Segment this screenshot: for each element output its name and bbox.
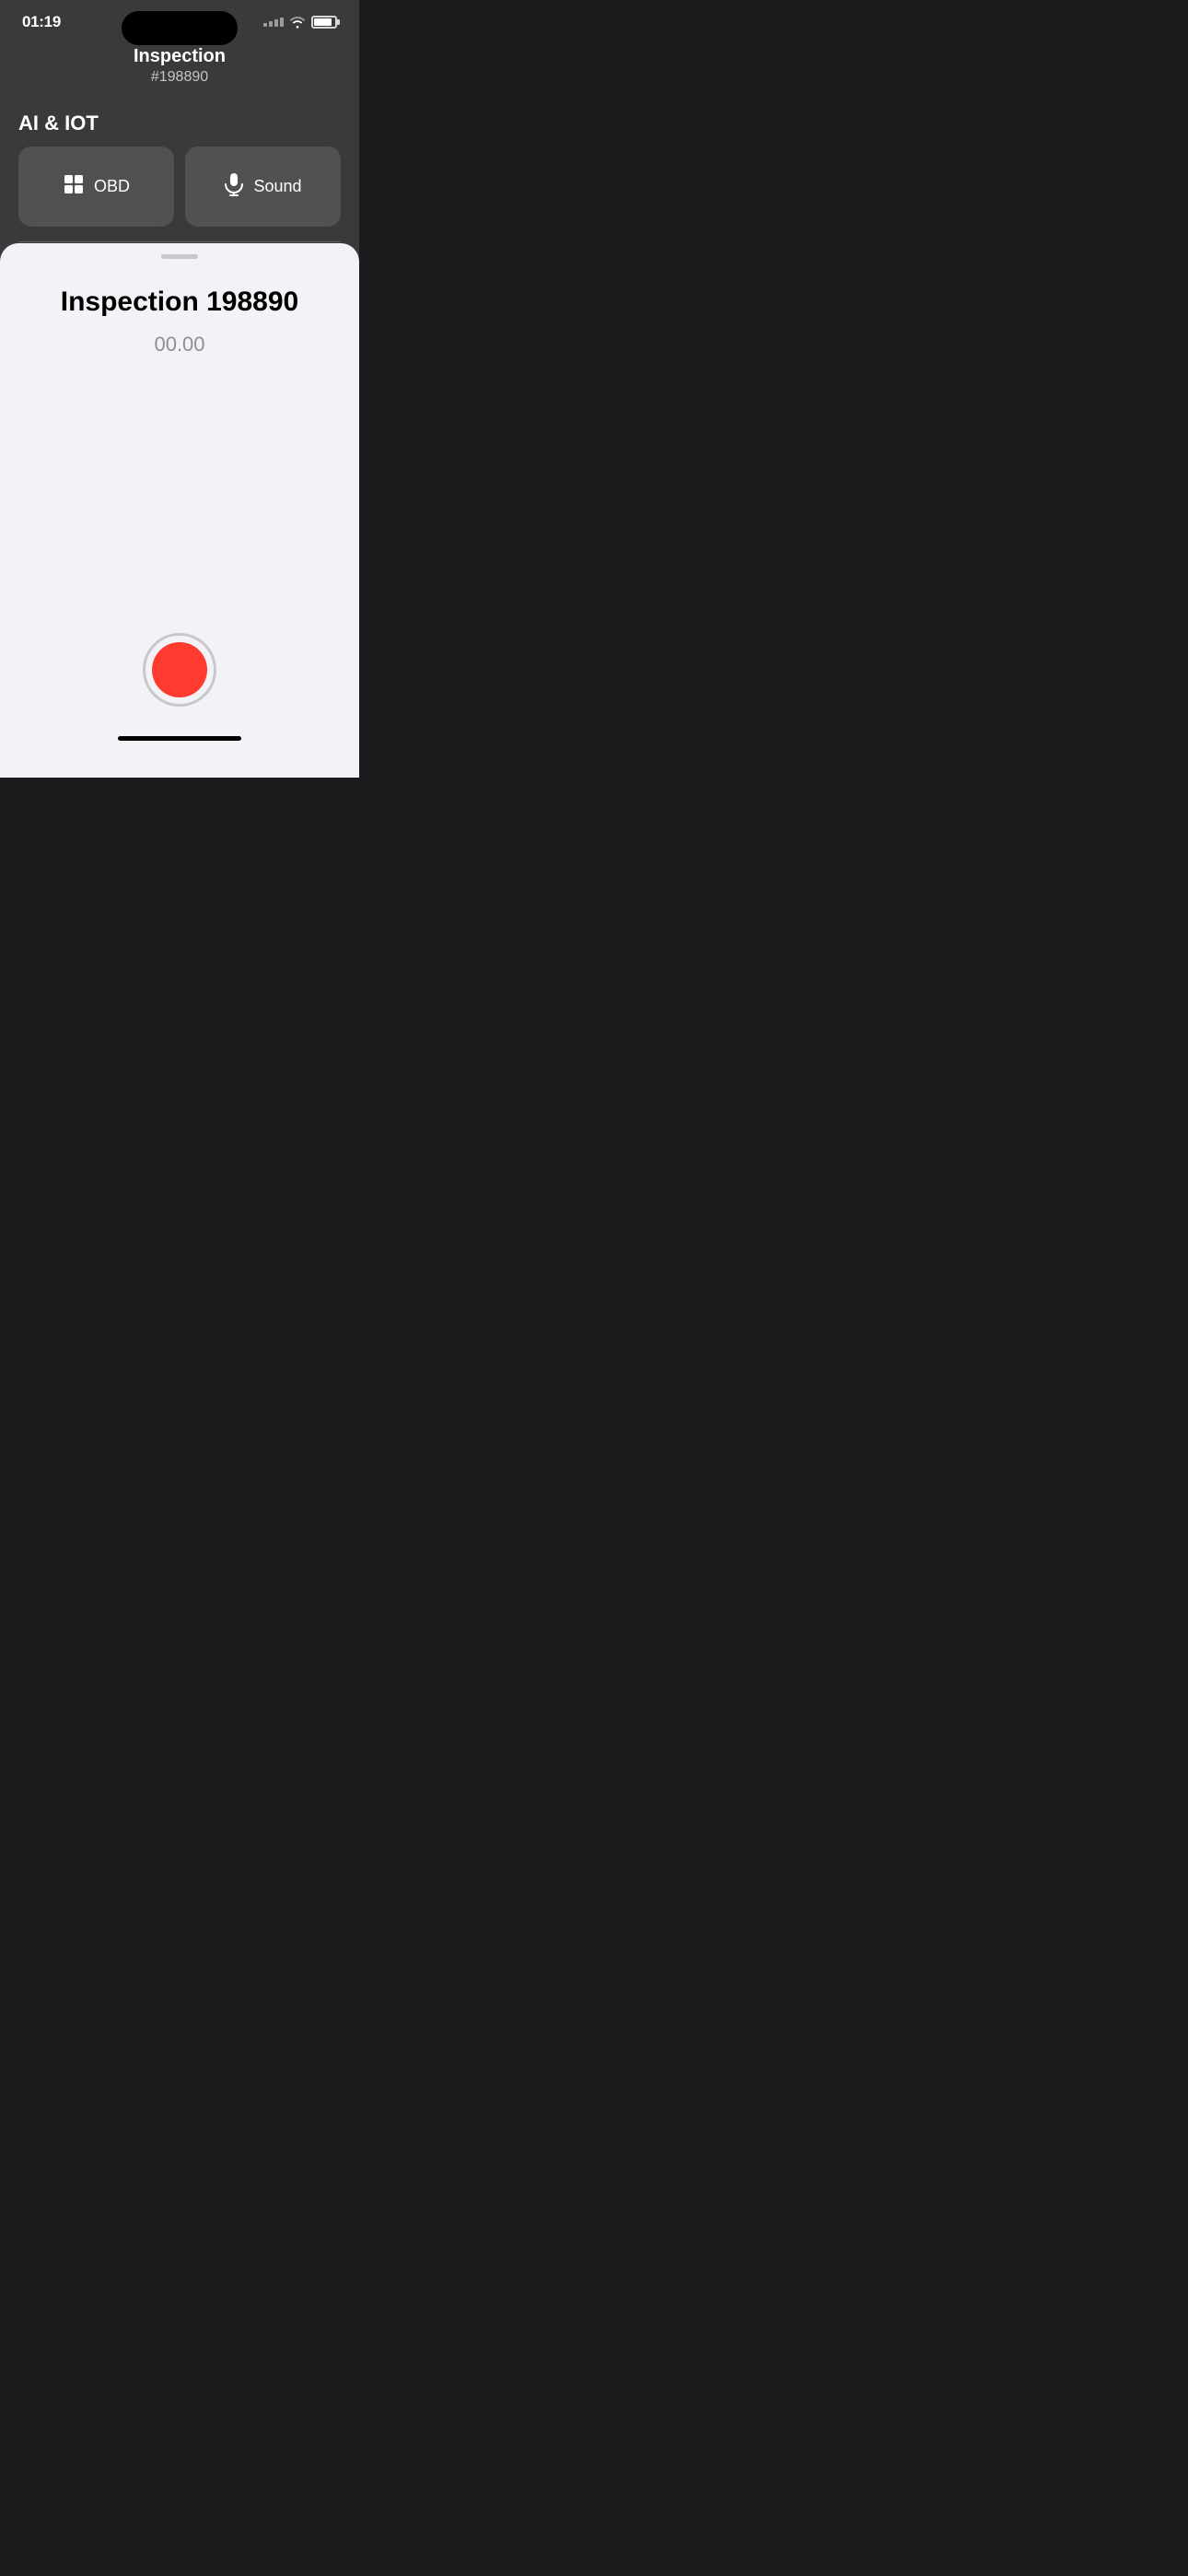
record-button[interactable] <box>143 633 216 707</box>
nav-subtitle: #198890 <box>18 69 341 86</box>
sheet-title: Inspection 198890 <box>0 287 359 318</box>
obd-icon <box>63 173 85 201</box>
bottom-sheet: Inspection 198890 00.00 <box>0 243 359 778</box>
obd-label: OBD <box>94 177 130 196</box>
microphone-icon <box>224 172 244 201</box>
sheet-handle <box>161 254 198 259</box>
wifi-icon <box>289 16 306 29</box>
status-bar: 01:19 <box>0 0 359 39</box>
dynamic-island <box>122 11 238 45</box>
status-icons <box>263 16 337 29</box>
nav-title: Inspection <box>18 46 341 67</box>
obd-card[interactable]: OBD <box>18 146 174 227</box>
battery-icon <box>311 16 337 29</box>
nav-header: Inspection #198890 <box>0 39 359 100</box>
record-button-wrap <box>0 633 359 725</box>
ai-grid: OBD Sound <box>0 146 359 241</box>
ai-section-label: AI & IOT <box>0 100 359 146</box>
sheet-content-area <box>0 393 359 596</box>
status-time: 01:19 <box>22 13 61 31</box>
home-indicator <box>118 736 241 741</box>
record-button-inner <box>152 642 207 697</box>
sound-card[interactable]: Sound <box>185 146 341 227</box>
sound-label: Sound <box>253 177 301 196</box>
sheet-time: 00.00 <box>0 333 359 357</box>
signal-icon <box>263 18 284 27</box>
